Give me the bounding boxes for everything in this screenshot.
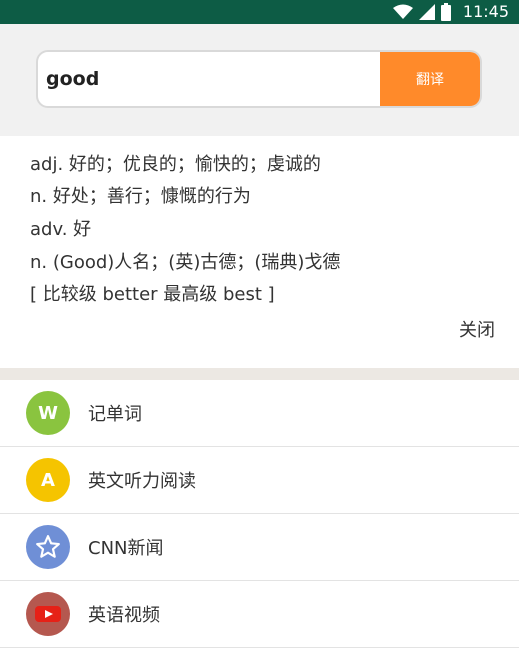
video-play-icon — [26, 592, 70, 636]
status-icons: 11:45 — [392, 2, 509, 21]
definition-line: [ 比较级 better 最高级 best ] — [30, 284, 275, 305]
search-input[interactable] — [38, 52, 382, 106]
search-box: 翻译 — [36, 50, 482, 108]
menu-item-label: 英语视频 — [88, 605, 160, 626]
translate-button[interactable]: 翻译 — [380, 52, 480, 106]
w-letter-icon-text: W — [38, 402, 58, 424]
definition-line: adj. 好的；优良的；愉快的；虔诚的 — [30, 154, 321, 175]
menu-list: W 记单词 A 英文听力阅读 CNN新闻 英语视频 — [0, 380, 519, 648]
menu-item-english-video[interactable]: 英语视频 — [0, 581, 519, 648]
menu-item-label: 英文听力阅读 — [88, 471, 196, 492]
battery-icon — [440, 2, 451, 21]
wifi-icon — [392, 4, 413, 20]
menu-item-label: CNN新闻 — [88, 538, 164, 559]
menu-item-vocabulary[interactable]: W 记单词 — [0, 380, 519, 447]
status-time: 11:45 — [462, 2, 509, 21]
w-letter-icon: W — [26, 391, 70, 435]
definition-line: adv. 好 — [30, 219, 92, 240]
menu-item-label: 记单词 — [88, 404, 142, 425]
definition-line: n. (Good)人名；(英)古德；(瑞典)戈德 — [30, 252, 341, 273]
menu-item-listening-reading[interactable]: A 英文听力阅读 — [0, 447, 519, 514]
status-bar: 11:45 — [0, 0, 519, 24]
signal-icon — [418, 3, 435, 20]
menu-item-cnn-news[interactable]: CNN新闻 — [0, 514, 519, 581]
star-icon — [26, 525, 70, 569]
result-panel: adj. 好的；优良的；愉快的；虔诚的 n. 好处；善行；慷慨的行为 adv. … — [0, 136, 519, 368]
a-letter-icon-text: A — [41, 469, 55, 491]
a-letter-icon: A — [26, 458, 70, 502]
section-divider — [0, 368, 519, 380]
close-button[interactable]: 关闭 — [459, 316, 495, 342]
search-panel: 翻译 — [0, 24, 519, 136]
definition-line: n. 好处；善行；慷慨的行为 — [30, 186, 251, 207]
